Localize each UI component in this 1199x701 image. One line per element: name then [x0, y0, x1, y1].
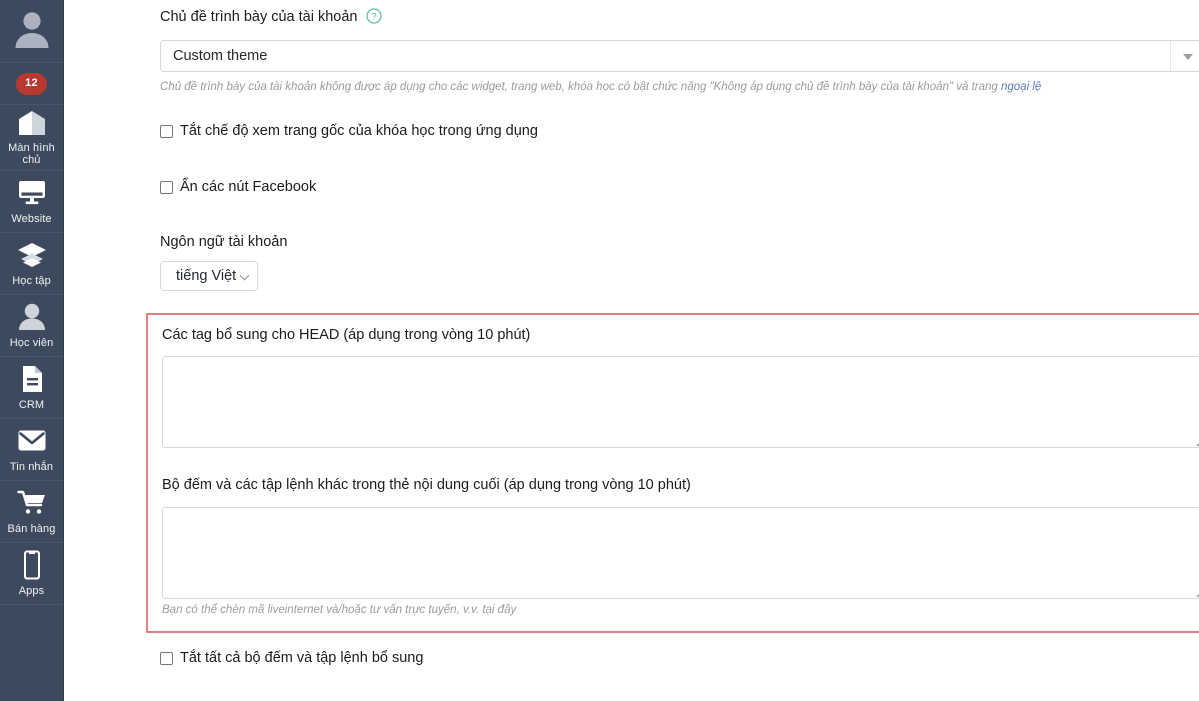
account-theme-select[interactable]: Custom theme	[160, 40, 1199, 72]
home-icon	[17, 109, 47, 137]
avatar[interactable]	[0, 0, 63, 63]
sidebar-item-students[interactable]: Học viên	[0, 295, 63, 357]
sidebar-item-website[interactable]: Website	[0, 171, 63, 233]
sidebar-item-label: Website	[11, 212, 52, 225]
sidebar-item-label: Apps	[18, 584, 45, 597]
hide-facebook-checkbox-row[interactable]: Ẩn các nút Facebook	[160, 178, 316, 196]
body-tags-textarea[interactable]	[162, 507, 1199, 599]
mobile-icon	[17, 550, 47, 580]
account-language-label: Ngôn ngữ tài khoản	[160, 234, 288, 250]
svg-text:?: ?	[371, 12, 376, 23]
disable-native-view-checkbox[interactable]	[160, 124, 173, 138]
sidebar-item-home[interactable]: Màn hình chủ	[0, 105, 63, 171]
question-circle-icon[interactable]: ?	[365, 8, 382, 29]
settings-content: Chủ đề trình bày của tài khoản ? Custom …	[64, 0, 1199, 701]
sidebar-item-label: Tin nhắn	[9, 460, 54, 473]
notification-badge-cell[interactable]: 12	[0, 63, 63, 105]
account-theme-hint-text: Chủ đề trình bày của tài khoản không đượ…	[160, 81, 1001, 93]
account-theme-label: Chủ đề trình bày của tài khoản ?	[160, 8, 1199, 29]
cart-icon	[16, 488, 47, 518]
account-language-field: Ngôn ngữ tài khoản tiếng Việt	[160, 233, 287, 291]
disable-native-view-label: Tắt chế độ xem trang gốc của khóa học tr…	[180, 123, 538, 139]
hide-facebook-checkbox[interactable]	[160, 180, 173, 194]
sidebar-item-label: Học viên	[9, 336, 54, 349]
sidebar-item-crm[interactable]: CRM	[0, 357, 63, 419]
account-theme-selected-value: Custom theme	[173, 48, 268, 64]
head-tags-label: Các tag bổ sung cho HEAD (áp dụng trong …	[162, 327, 531, 343]
sidebar-item-apps[interactable]: Apps	[0, 543, 63, 605]
person-icon	[10, 7, 54, 56]
monitor-icon	[17, 178, 47, 208]
main-sidebar: 12 Màn hình chủ Website Học tập Học viên…	[0, 0, 64, 701]
chevron-down-icon[interactable]	[1183, 54, 1193, 60]
sidebar-item-messages[interactable]: Tin nhắn	[0, 419, 63, 481]
sidebar-item-label: CRM	[18, 398, 45, 411]
sidebar-item-learning[interactable]: Học tập	[0, 233, 63, 295]
disable-all-counters-checkbox-row[interactable]: Tắt tất cả bộ đếm và tập lệnh bổ sung	[160, 649, 423, 667]
body-tags-hint: Bạn có thể chèn mã liveinternet và/hoặc …	[162, 604, 517, 616]
account-theme-hint: Chủ đề trình bày của tài khoản không đượ…	[160, 80, 1199, 94]
select-divider	[1170, 41, 1171, 71]
disable-all-counters-label: Tắt tất cả bộ đếm và tập lệnh bổ sung	[180, 650, 424, 666]
body-tags-label: Bộ đếm và các tập lệnh khác trong thẻ nộ…	[162, 477, 691, 493]
disable-native-view-checkbox-row[interactable]: Tắt chế độ xem trang gốc của khóa học tr…	[160, 122, 538, 140]
chevron-down-icon[interactable]	[239, 270, 250, 281]
layers-icon	[17, 240, 47, 270]
hide-facebook-label: Ẩn các nút Facebook	[180, 179, 317, 195]
exceptions-link[interactable]: ngoại lệ	[1001, 81, 1041, 93]
status-badge: 12	[16, 72, 47, 95]
account-language-select[interactable]: tiếng Việt	[160, 261, 258, 291]
account-language-selected-value: tiếng Việt	[176, 268, 237, 284]
sidebar-item-sales[interactable]: Bán hàng	[0, 481, 63, 543]
custom-code-section: Các tag bổ sung cho HEAD (áp dụng trong …	[146, 313, 1199, 633]
account-theme-field: Chủ đề trình bày của tài khoản ? Custom …	[160, 8, 1199, 94]
disable-all-counters-checkbox[interactable]	[160, 651, 173, 665]
envelope-icon	[17, 426, 47, 456]
sidebar-filler	[0, 605, 63, 701]
student-icon	[17, 302, 47, 332]
document-icon	[17, 364, 47, 394]
sidebar-item-label: Bán hàng	[7, 522, 56, 535]
sidebar-item-label: Học tập	[12, 274, 51, 287]
sidebar-item-label: Màn hình chủ	[8, 141, 55, 166]
page-root: 12 Màn hình chủ Website Học tập Học viên…	[0, 0, 1199, 701]
head-tags-textarea[interactable]	[162, 356, 1199, 448]
